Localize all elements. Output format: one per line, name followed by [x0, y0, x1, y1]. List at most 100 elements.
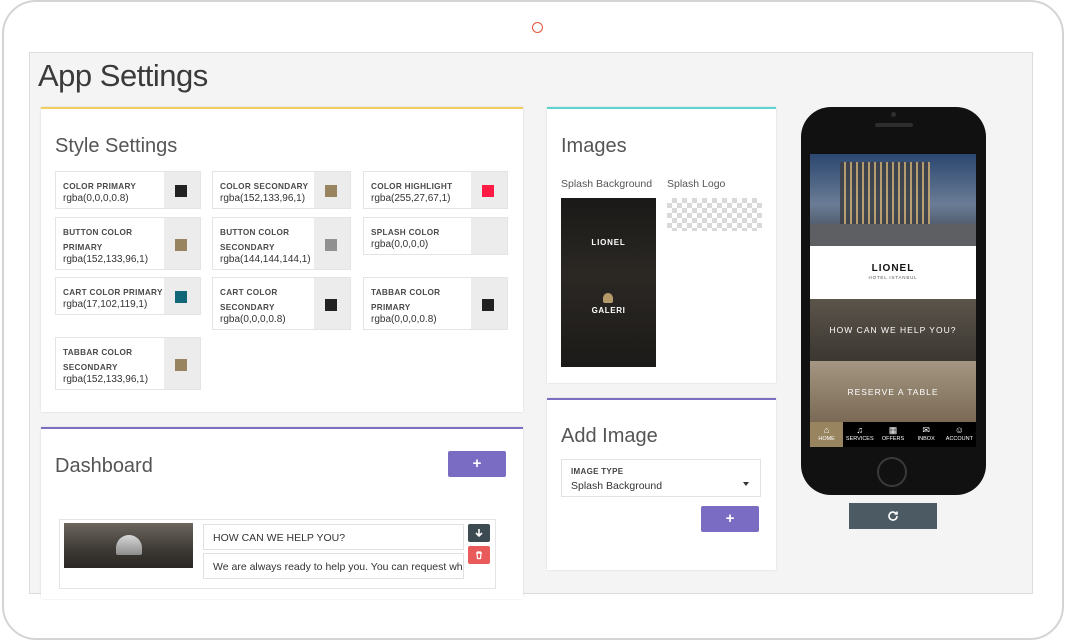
cart-color-primary-value[interactable]: rgba(17,102,119,1) [63, 299, 147, 310]
tab-services[interactable]: ♫ SERVICES [843, 422, 876, 447]
tab-home[interactable]: ⌂ HOME [810, 422, 844, 447]
button-color-primary-swatch[interactable] [175, 238, 187, 251]
user-icon: ☺ [954, 425, 964, 435]
button-color-secondary-value[interactable]: rgba(144,144,144,1) [220, 254, 311, 265]
splash-logo-label: Splash Logo [667, 178, 726, 190]
tabbar-color-secondary-swatch-area[interactable] [164, 338, 200, 389]
cart-color-primary-field[interactable]: CART COLOR PRIMARY rgba(17,102,119,1) [55, 277, 201, 315]
cart-color-secondary-swatch-area[interactable] [314, 278, 350, 329]
image-type-value: Splash Background [571, 480, 663, 492]
brand-logo: LIONEL HOTEL ISTANBUL [810, 246, 976, 299]
phone-home-button[interactable] [877, 457, 907, 487]
cart-color-secondary-label: CART COLOR SECONDARY [220, 288, 278, 312]
splash-background-image[interactable]: LIONEL GALERI [561, 198, 656, 367]
tab-label: ACCOUNT [945, 436, 973, 442]
tabbar-color-primary-field[interactable]: TABBAR COLOR PRIMARY rgba(0,0,0,0.8) [363, 277, 508, 330]
splash-background-label: Splash Background [561, 178, 653, 190]
page-title: App Settings [38, 58, 208, 93]
button-color-secondary-swatch[interactable] [325, 238, 337, 251]
splash-color-swatch-area[interactable] [471, 218, 507, 254]
button-color-primary-field[interactable]: BUTTON COLOR PRIMARY rgba(152,133,96,1) [55, 217, 201, 270]
color-primary-value[interactable]: rgba(0,0,0,0.8) [63, 193, 129, 204]
tabbar-color-secondary-swatch[interactable] [175, 358, 187, 371]
tabbar-color-primary-swatch[interactable] [482, 298, 494, 311]
color-secondary-value[interactable]: rgba(152,133,96,1) [220, 193, 305, 204]
gift-icon: ▦ [888, 425, 898, 435]
color-secondary-field[interactable]: COLOR SECONDARY rgba(152,133,96,1) [212, 171, 351, 209]
cart-color-primary-swatch-area[interactable] [164, 278, 200, 314]
reserve-table-tile[interactable]: RESERVE A TABLE [810, 361, 976, 422]
brand-subtitle: HOTEL ISTANBUL [868, 275, 918, 280]
arrow-down-icon [475, 529, 483, 538]
dashboard-item-description-input[interactable]: We are always ready to help you. You can… [203, 553, 464, 579]
refresh-preview-button[interactable] [849, 503, 937, 529]
help-tile[interactable]: HOW CAN WE HELP YOU? [810, 299, 976, 361]
color-highlight-value[interactable]: rgba(255,27,67,1) [371, 193, 451, 204]
caret-down-icon [743, 482, 749, 486]
cart-color-secondary-field[interactable]: CART COLOR SECONDARY rgba(0,0,0,0.8) [212, 277, 351, 330]
cart-color-secondary-value[interactable]: rgba(0,0,0,0.8) [220, 314, 286, 325]
splash-subbrand-text: GALERI [591, 306, 626, 315]
brand-name: LIONEL [871, 263, 915, 274]
button-color-primary-swatch-area[interactable] [164, 218, 200, 269]
dashboard-title: Dashboard [55, 455, 153, 477]
color-secondary-swatch[interactable] [325, 185, 337, 197]
color-primary-label: COLOR PRIMARY [63, 182, 137, 191]
help-tile-caption: HOW CAN WE HELP YOU? [829, 325, 957, 335]
tabbar-color-primary-swatch-area[interactable] [471, 278, 507, 329]
splash-logo-image[interactable] [667, 198, 762, 231]
hero-street [810, 224, 976, 246]
add-image-title: Add Image [561, 425, 658, 447]
button-color-secondary-field[interactable]: BUTTON COLOR SECONDARY rgba(144,144,144,1… [212, 217, 351, 270]
dashboard-item-title-input[interactable]: HOW CAN WE HELP YOU? [203, 524, 464, 550]
tab-label: SERVICES [845, 436, 874, 442]
color-highlight-swatch-area[interactable] [471, 172, 507, 208]
phone-screen: LIONEL HOTEL ISTANBUL HOW CAN WE HELP YO… [810, 154, 976, 447]
button-color-secondary-swatch-area[interactable] [314, 218, 350, 269]
add-image-button[interactable]: + [701, 506, 759, 532]
tabbar-color-primary-value[interactable]: rgba(0,0,0,0.8) [371, 314, 437, 325]
color-primary-swatch-area[interactable] [164, 172, 200, 208]
home-icon: ⌂ [823, 425, 830, 435]
tab-label: OFFERS [881, 436, 905, 442]
phone-camera-icon [891, 112, 896, 117]
cart-color-primary-swatch[interactable] [175, 291, 187, 303]
reserve-tile-caption: RESERVE A TABLE [847, 387, 939, 397]
color-primary-field[interactable]: COLOR PRIMARY rgba(0,0,0,0.8) [55, 171, 201, 209]
splash-color-label: SPLASH COLOR [371, 228, 440, 237]
images-title: Images [561, 135, 627, 157]
button-color-primary-value[interactable]: rgba(152,133,96,1) [63, 254, 148, 265]
delete-button[interactable] [468, 546, 490, 564]
button-color-secondary-label: BUTTON COLOR SECONDARY [220, 228, 290, 252]
move-down-button[interactable] [468, 524, 490, 542]
add-dashboard-item-button[interactable]: + [448, 451, 506, 477]
cart-color-primary-label: CART COLOR PRIMARY [63, 288, 163, 297]
tab-inbox[interactable]: ✉ INBOX [910, 422, 943, 447]
tab-offers[interactable]: ▦ OFFERS [876, 422, 909, 447]
image-type-select[interactable]: IMAGE TYPE Splash Background [561, 459, 761, 497]
hero-image [810, 154, 976, 246]
color-highlight-swatch[interactable] [482, 185, 494, 197]
tab-bar: ⌂ HOME ♫ SERVICES ▦ OFFERS ✉ INBOX ☺ ACCOUNT [810, 422, 976, 447]
tabbar-color-secondary-label: TABBAR COLOR SECONDARY [63, 348, 133, 372]
phone-speaker [875, 123, 913, 127]
refresh-icon [888, 511, 898, 521]
tab-label: HOME [818, 436, 835, 442]
bell-icon [116, 535, 142, 555]
color-primary-swatch[interactable] [175, 185, 187, 197]
splash-brand-text: LIONEL [591, 238, 626, 247]
color-highlight-field[interactable]: COLOR HIGHLIGHT rgba(255,27,67,1) [363, 171, 508, 209]
tab-label: INBOX [917, 436, 935, 442]
cart-color-secondary-swatch[interactable] [325, 298, 337, 311]
splash-color-field[interactable]: SPLASH COLOR rgba(0,0,0,0) [363, 217, 508, 255]
color-secondary-swatch-area[interactable] [314, 172, 350, 208]
splash-color-swatch[interactable] [482, 231, 494, 243]
crown-icon [603, 293, 613, 303]
splash-color-value[interactable]: rgba(0,0,0,0) [371, 239, 428, 250]
tabbar-color-secondary-field[interactable]: TABBAR COLOR SECONDARY rgba(152,133,96,1) [55, 337, 201, 390]
tab-account[interactable]: ☺ ACCOUNT [943, 422, 976, 447]
tabbar-color-secondary-value[interactable]: rgba(152,133,96,1) [63, 374, 148, 385]
bell-icon: ♫ [856, 425, 864, 435]
tabbar-color-primary-label: TABBAR COLOR PRIMARY [371, 288, 441, 312]
dashboard-item-image[interactable] [64, 523, 193, 568]
